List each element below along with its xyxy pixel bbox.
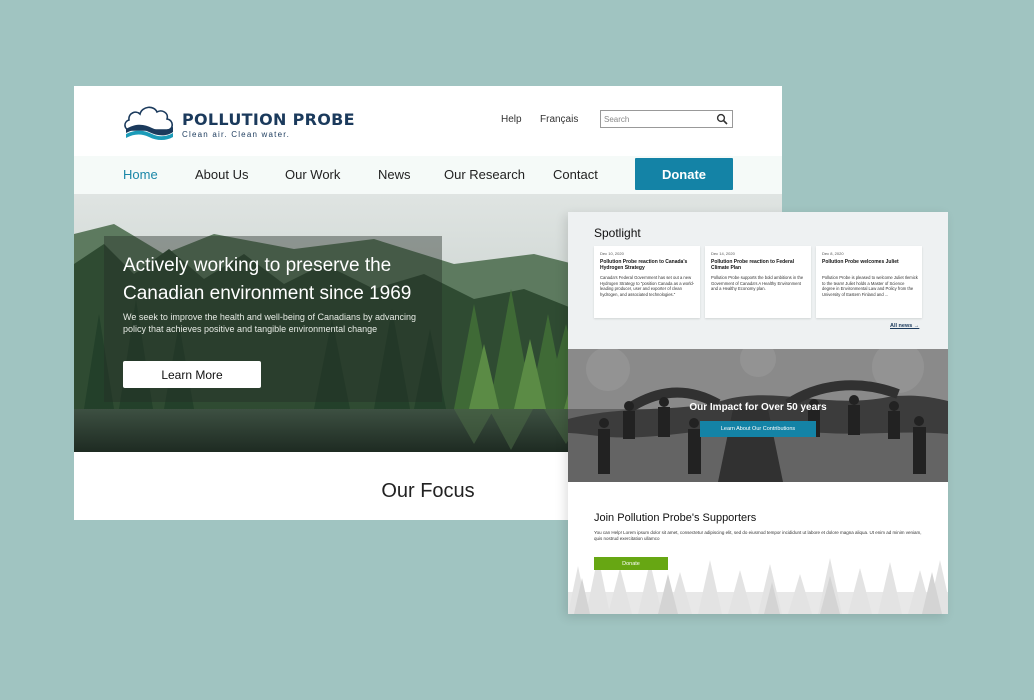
news-card[interactable]: Dec 8, 2020 Pollution Probe welcomes Jul… — [816, 246, 922, 318]
learn-more-button[interactable]: Learn More — [123, 361, 261, 388]
spotlight-title: Spotlight — [594, 226, 641, 240]
nav-news[interactable]: News — [378, 167, 411, 182]
historic-group-photo — [568, 349, 948, 482]
search-box[interactable] — [600, 110, 733, 128]
join-donate-button[interactable]: Donate — [594, 557, 668, 570]
hero-subtitle: We seek to improve the health and well-b… — [123, 312, 417, 334]
logo-name: POLLUTION PROBE — [182, 110, 355, 129]
join-title: Join Pollution Probe's Supporters — [594, 512, 757, 524]
logo-tagline: Clean air. Clean water. — [182, 130, 291, 139]
news-headline[interactable]: Pollution Probe reaction to Federal Clim… — [711, 259, 807, 271]
spotlight-section: Spotlight Dec 10, 2020 Pollution Probe r… — [568, 212, 948, 349]
all-news-link[interactable]: All news → — [890, 323, 919, 329]
inner-page-mockup: Spotlight Dec 10, 2020 Pollution Probe r… — [568, 212, 948, 614]
join-description: You can Help! Lorem ipsum dolor sit amet… — [594, 530, 922, 541]
impact-banner: Our Impact for Over 50 years Learn About… — [568, 349, 948, 482]
nav-our-research[interactable]: Our Research — [444, 167, 525, 182]
hero-title: Actively working to preserve the Canadia… — [123, 255, 412, 304]
news-excerpt: Canada's Federal Government has set out … — [600, 275, 695, 297]
join-supporters-section: Join Pollution Probe's Supporters You ca… — [568, 482, 948, 614]
site-logo[interactable]: POLLUTION PROBE Clean air. Clean water. — [122, 100, 355, 142]
search-input[interactable] — [604, 112, 712, 126]
news-headline[interactable]: Pollution Probe welcomes Juliet — [822, 259, 918, 265]
news-date: Dec 14, 2020 — [711, 251, 735, 256]
contributions-button[interactable]: Learn About Our Contributions — [700, 421, 816, 437]
news-date: Dec 8, 2020 — [822, 251, 844, 256]
nav-about-us[interactable]: About Us — [195, 167, 248, 182]
header-top-bar: POLLUTION PROBE Clean air. Clean water. … — [74, 86, 782, 156]
cloud-wave-logo-icon — [124, 106, 174, 140]
main-nav: Home About Us Our Work News Our Research… — [74, 156, 782, 194]
nav-home[interactable]: Home — [123, 167, 158, 182]
news-date: Dec 10, 2020 — [600, 251, 624, 256]
nav-our-work[interactable]: Our Work — [285, 167, 340, 182]
news-card[interactable]: Dec 14, 2020 Pollution Probe reaction to… — [705, 246, 811, 318]
help-link[interactable]: Help — [501, 114, 522, 125]
news-excerpt: Pollution Probe is pleased to welcome Ju… — [822, 275, 918, 297]
nav-contact[interactable]: Contact — [553, 167, 598, 182]
news-headline[interactable]: Pollution Probe reaction to Canada's Hyd… — [600, 259, 696, 271]
impact-title: Our Impact for Over 50 years — [689, 402, 827, 413]
news-card[interactable]: Dec 10, 2020 Pollution Probe reaction to… — [594, 246, 700, 318]
news-excerpt: Pollution Probe supports the bold ambiti… — [711, 275, 804, 291]
language-link[interactable]: Français — [540, 114, 578, 125]
donate-button[interactable]: Donate — [635, 158, 733, 190]
magnifier-icon[interactable] — [716, 113, 728, 125]
